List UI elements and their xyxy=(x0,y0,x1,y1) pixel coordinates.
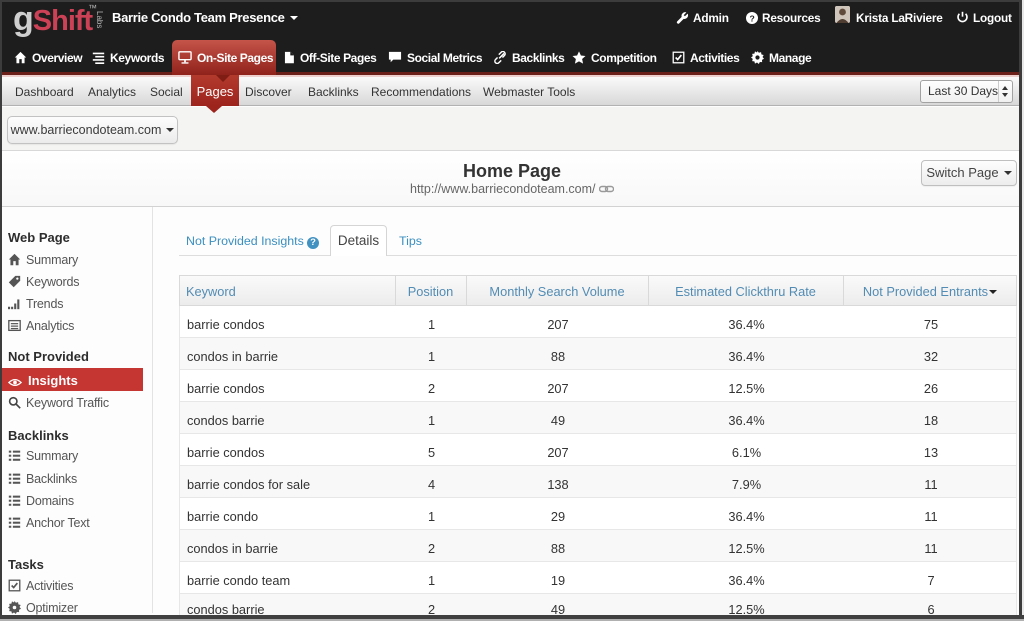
svg-text:?: ? xyxy=(749,13,754,23)
